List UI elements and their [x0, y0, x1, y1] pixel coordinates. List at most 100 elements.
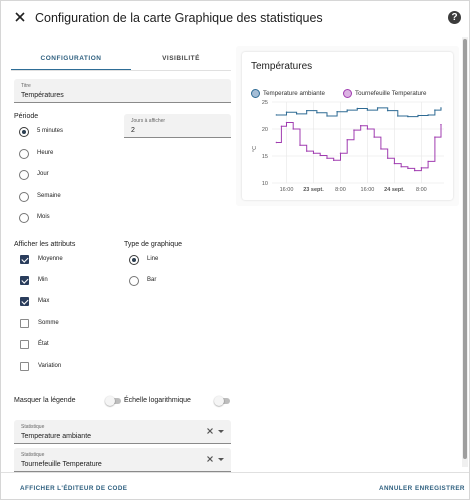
- period-option-month[interactable]: Mois: [19, 211, 109, 225]
- radio-button[interactable]: [129, 276, 139, 286]
- cancel-button[interactable]: ANNULER: [379, 485, 413, 492]
- attribute-label: Variation: [38, 363, 62, 369]
- dropdown-arrow-icon[interactable]: [218, 458, 224, 461]
- statistic-select-1[interactable]: Statistique Temperature ambiante: [14, 420, 231, 444]
- series-point-2: [333, 159, 335, 162]
- log-scale-toggle[interactable]: [214, 396, 232, 406]
- help-button[interactable]: ?: [448, 11, 461, 24]
- series-point-2: [393, 162, 396, 165]
- series-point-1: [275, 114, 278, 116]
- period-option-day[interactable]: Jour: [19, 168, 109, 182]
- checkbox[interactable]: [20, 297, 29, 306]
- series-point-2: [373, 136, 375, 138]
- series-point-1: [417, 114, 419, 117]
- chart-type-bar[interactable]: Bar: [129, 274, 209, 288]
- period-option-label: Heure: [37, 150, 54, 156]
- period-option-label: Mois: [37, 214, 50, 220]
- series-point-1: [336, 111, 338, 113]
- tab-visibility[interactable]: VISIBILITÉ: [131, 49, 231, 71]
- y-tick-label: 25: [262, 100, 268, 106]
- series-point-2: [380, 148, 382, 150]
- dropdown-arrow-icon[interactable]: [218, 430, 224, 433]
- series-point-2: [339, 152, 342, 154]
- title-field[interactable]: Titre Températures: [14, 79, 231, 103]
- attribute-state[interactable]: État: [20, 338, 110, 352]
- period-option-week[interactable]: Semaine: [19, 190, 109, 204]
- attribute-sum[interactable]: Somme: [20, 317, 110, 331]
- title-field-label: Titre: [21, 83, 31, 89]
- series-point-2: [280, 125, 283, 128]
- series-point-2: [285, 121, 288, 124]
- radio-button[interactable]: [19, 127, 29, 137]
- checkbox[interactable]: [20, 276, 29, 285]
- attribute-change[interactable]: Variation: [20, 360, 110, 374]
- clear-icon[interactable]: [206, 427, 214, 435]
- footer-divider: [1, 472, 469, 473]
- series-point-2: [312, 152, 315, 154]
- days-to-show-field[interactable]: Jours à afficher 2: [124, 114, 231, 138]
- series-point-1: [346, 109, 348, 111]
- radio-button[interactable]: [19, 170, 29, 180]
- radio-button[interactable]: [19, 213, 29, 223]
- x-tick-label: 23 sept.: [303, 187, 324, 193]
- series-point-2: [413, 169, 416, 172]
- toggle-knob: [105, 396, 115, 406]
- statistic-select-2[interactable]: Statistique Tournefeuille Temperature: [14, 448, 231, 472]
- series-point-2: [319, 154, 321, 157]
- series-point-1: [306, 109, 308, 112]
- x-tick-label: 8:00: [416, 187, 427, 193]
- series-point-1: [386, 109, 389, 112]
- radio-button[interactable]: [19, 192, 29, 202]
- show-code-editor-button[interactable]: AFFICHER L'ÉDITEUR DE CODE: [20, 485, 127, 492]
- series-point-1: [440, 107, 442, 109]
- radio-button[interactable]: [129, 255, 139, 265]
- series-point-1: [407, 115, 409, 118]
- attribute-min[interactable]: Min: [20, 274, 110, 288]
- chart-type-label: Type de graphique: [124, 241, 182, 248]
- radio-button[interactable]: [19, 149, 29, 159]
- checkbox[interactable]: [20, 340, 29, 349]
- series-point-2: [420, 167, 423, 169]
- attribute-mean[interactable]: Moyenne: [20, 253, 110, 267]
- checkbox[interactable]: [20, 255, 29, 264]
- series-point-2: [400, 166, 402, 168]
- scrollbar-thumb[interactable]: [463, 39, 467, 459]
- checkbox[interactable]: [20, 362, 29, 371]
- chart-type-line[interactable]: Line: [129, 253, 209, 267]
- days-field-value: 2: [131, 127, 135, 134]
- series-point-1: [316, 112, 318, 114]
- period-option-label: 5 minutes: [37, 128, 64, 134]
- x-tick-label: 16:00: [280, 187, 294, 193]
- hide-legend-toggle[interactable]: [105, 396, 123, 406]
- period-option-hour[interactable]: Heure: [19, 147, 109, 161]
- tab-configuration[interactable]: CONFIGURATION: [11, 49, 131, 71]
- series-point-2: [386, 157, 389, 159]
- x-tick-label: 24 sept.: [384, 187, 405, 193]
- statistic-select-label: Statistique: [21, 424, 45, 430]
- series-point-1: [434, 109, 436, 111]
- series-point-1: [285, 111, 288, 113]
- series-point-1: [427, 114, 429, 116]
- attribute-label: Moyenne: [38, 256, 63, 262]
- x-tick-label: 8:00: [335, 187, 346, 193]
- chart-type-option-label: Line: [147, 256, 159, 262]
- checkbox[interactable]: [20, 319, 29, 328]
- close-icon: [15, 12, 25, 22]
- title-field-value: Températures: [21, 92, 64, 99]
- series-point-1: [326, 115, 328, 117]
- dialog: Configuration de la carte Graphique des …: [0, 0, 470, 500]
- series-point-2: [275, 141, 278, 144]
- statistic-select-label: Statistique: [21, 452, 45, 458]
- statistics-chart: 25 20 15 10 °C 16:00 23 sept. 8:00 16:00 24 sept.…: [252, 100, 444, 193]
- days-field-label: Jours à afficher: [131, 118, 166, 124]
- save-button[interactable]: ENREGISTRER: [415, 485, 465, 492]
- period-option-5min[interactable]: 5 minutes: [19, 125, 109, 139]
- series-line-2: [276, 122, 442, 172]
- period-option-label: Jour: [37, 171, 49, 177]
- clear-icon[interactable]: [206, 455, 214, 463]
- y-tick-label: 15: [262, 154, 268, 160]
- attributes-label: Afficher les attributs: [14, 241, 76, 248]
- attribute-max[interactable]: Max: [20, 295, 110, 309]
- series-point-2: [440, 123, 442, 126]
- close-button[interactable]: [12, 9, 28, 25]
